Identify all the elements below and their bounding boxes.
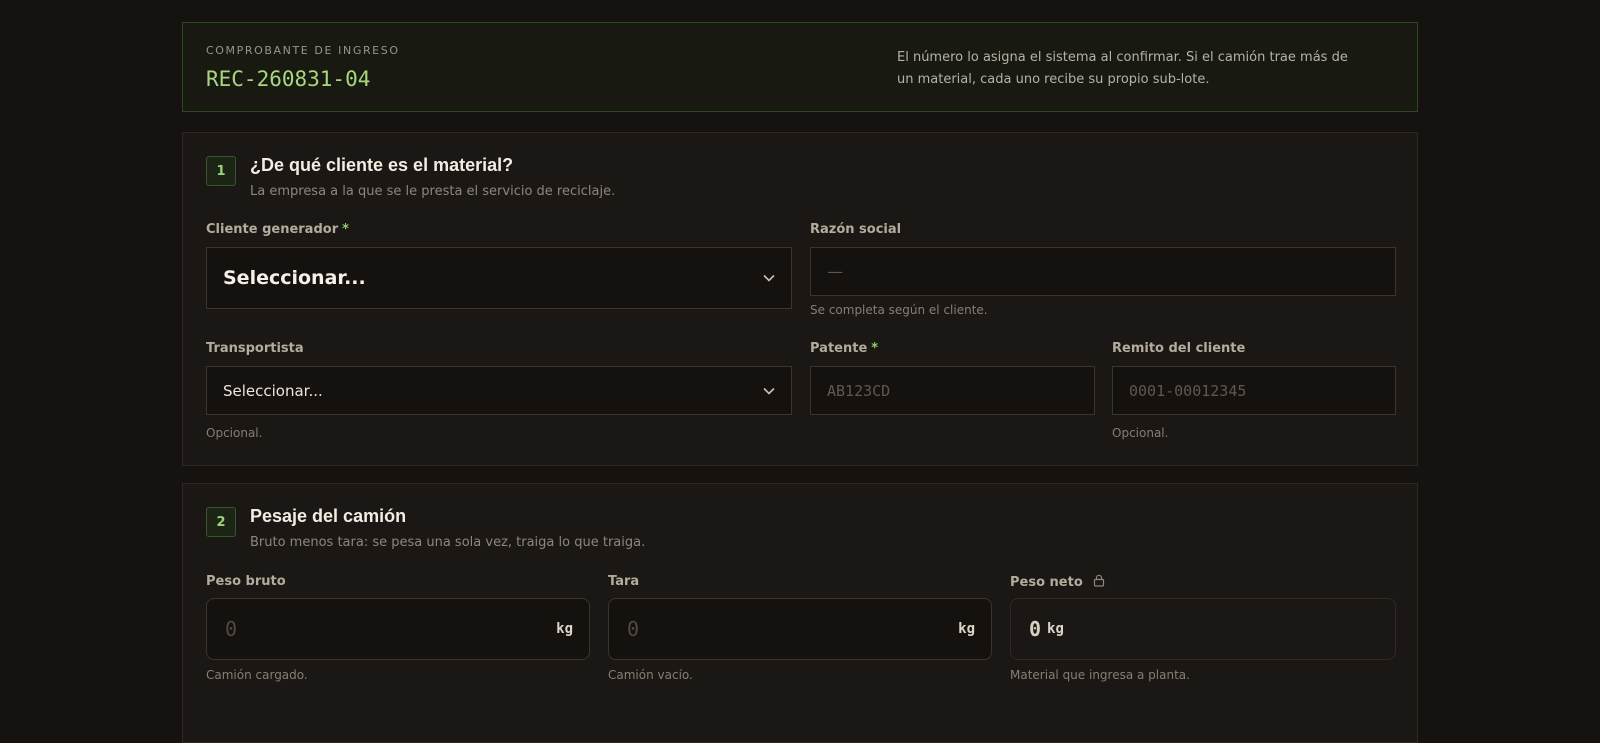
tara-input[interactable]: 0 kg xyxy=(608,598,992,660)
bruto-label: Peso bruto xyxy=(206,574,286,589)
remito-help: Opcional. xyxy=(1112,426,1169,440)
tara-placeholder: 0 xyxy=(627,617,640,641)
neto-unit: kg xyxy=(1047,621,1064,637)
razon-label: Razón social xyxy=(810,222,902,237)
remito-input[interactable]: 0001-00012345 xyxy=(1112,366,1396,415)
patente-placeholder: AB123CD xyxy=(827,381,891,400)
bruto-input[interactable]: 0 kg xyxy=(206,598,590,660)
required-marker: * xyxy=(871,341,879,356)
section-subtitle: La empresa a la que se le presta el serv… xyxy=(250,184,616,199)
patente-input[interactable]: AB123CD xyxy=(810,366,1095,415)
lock-icon xyxy=(1093,574,1105,591)
patente-label-text: Patente xyxy=(810,341,868,356)
chevron-down-icon xyxy=(747,384,791,398)
transportista-select[interactable]: Seleccionar... xyxy=(206,366,792,415)
receipt-eyebrow: COMPROBANTE DE INGRESO xyxy=(206,44,400,57)
razon-help: Se completa según el cliente. xyxy=(810,303,988,317)
razon-field: — xyxy=(810,247,1396,296)
neto-display: 0 kg xyxy=(1010,598,1396,660)
chevron-down-icon xyxy=(747,271,791,285)
step-badge: 1 xyxy=(206,156,236,186)
neto-label-text: Peso neto xyxy=(1010,575,1083,590)
receipt-code: REC-260831-04 xyxy=(206,67,371,91)
step-badge: 2 xyxy=(206,507,236,537)
required-marker: * xyxy=(342,222,349,237)
patente-label: Patente * xyxy=(810,341,878,356)
client-section: 1 ¿De qué cliente es el material? La emp… xyxy=(182,132,1418,466)
neto-value: 0 xyxy=(1029,617,1042,641)
page-container: COMPROBANTE DE INGRESO REC-260831-04 El … xyxy=(182,22,1418,743)
neto-help: Material que ingresa a planta. xyxy=(1010,668,1190,682)
neto-label: Peso neto xyxy=(1010,574,1105,591)
remito-label: Remito del cliente xyxy=(1112,341,1246,356)
section-title: Pesaje del camión xyxy=(250,506,407,526)
cliente-label-text: Cliente generador xyxy=(206,222,339,237)
receipt-note: El número lo asigna el sistema al confir… xyxy=(897,50,1348,87)
receipt-banner: COMPROBANTE DE INGRESO REC-260831-04 El … xyxy=(182,22,1418,112)
bruto-unit: kg xyxy=(556,621,573,637)
transportista-label: Transportista xyxy=(206,341,304,356)
section-subtitle: Bruto menos tara: se pesa una sola vez, … xyxy=(250,535,646,550)
tara-label: Tara xyxy=(608,574,640,589)
cliente-label: Cliente generador * xyxy=(206,222,349,237)
weighing-section: 2 Pesaje del camión Bruto menos tara: se… xyxy=(182,483,1418,743)
tara-unit: kg xyxy=(958,621,975,637)
transportista-help: Opcional. xyxy=(206,426,263,440)
bruto-help: Camión cargado. xyxy=(206,668,308,682)
cliente-select-value: Seleccionar... xyxy=(223,267,366,289)
section-title: ¿De qué cliente es el material? xyxy=(250,155,514,175)
bruto-placeholder: 0 xyxy=(225,617,238,641)
razon-value: — xyxy=(827,262,843,281)
tara-help: Camión vacío. xyxy=(608,668,693,682)
remito-placeholder: 0001-00012345 xyxy=(1129,381,1247,400)
transportista-select-value: Seleccionar... xyxy=(223,381,323,400)
cliente-select[interactable]: Seleccionar... xyxy=(206,247,792,309)
